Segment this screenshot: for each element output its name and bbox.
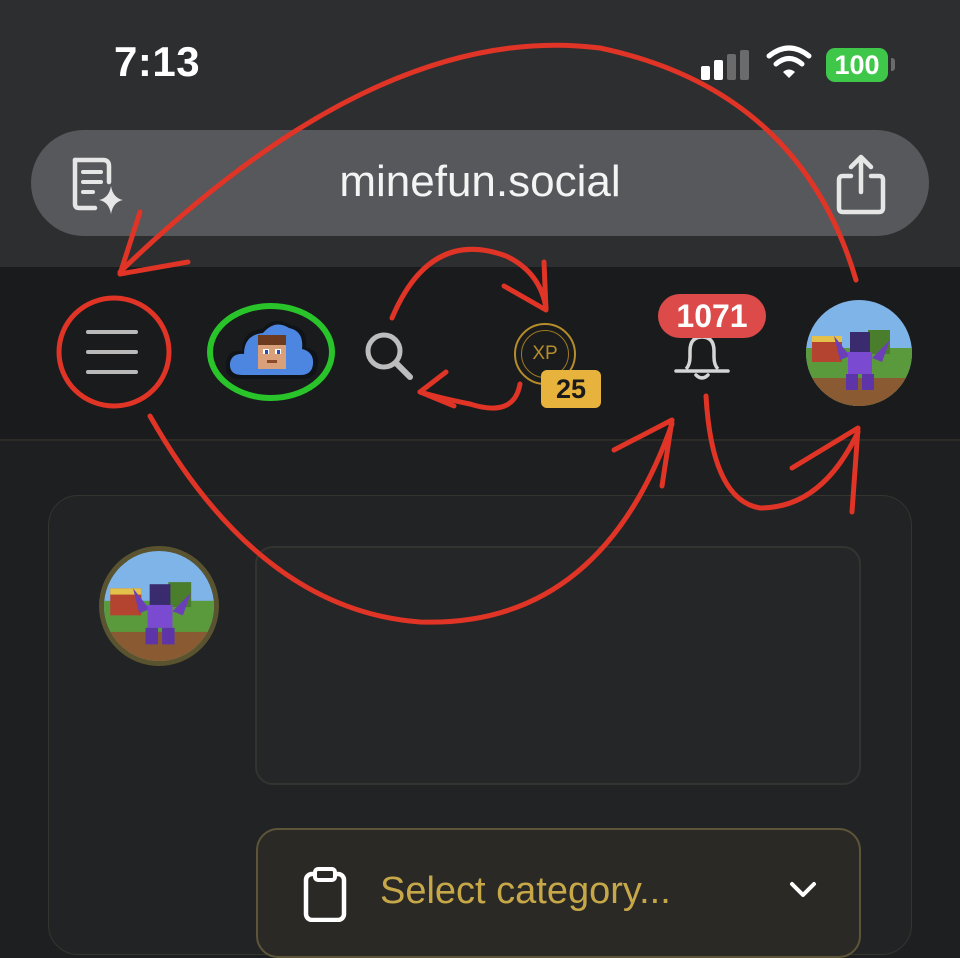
address-bar[interactable]: minefun.social	[31, 130, 929, 236]
post-text-input[interactable]	[255, 546, 861, 785]
status-time: 7:13	[114, 38, 201, 85]
cellular-signal-icon	[701, 50, 753, 80]
wifi-icon	[766, 45, 812, 78]
hamburger-icon[interactable]	[86, 330, 142, 374]
browser-chrome: 7:13 100 minefun.social	[0, 0, 960, 267]
clipboard-icon	[303, 867, 347, 922]
xp-level-badge: 25	[541, 370, 601, 408]
cloud-logo-icon[interactable]	[222, 313, 322, 387]
category-select[interactable]: Select category...	[256, 828, 861, 958]
battery-indicator: 100	[826, 48, 888, 82]
category-select-value: Select category...	[380, 870, 671, 912]
site-header: XP 25 1071	[0, 267, 960, 441]
search-icon[interactable]	[360, 327, 416, 383]
composer-avatar	[99, 546, 219, 666]
battery-nub	[891, 58, 895, 71]
share-icon[interactable]	[831, 152, 891, 216]
user-avatar[interactable]	[806, 300, 912, 406]
notification-count-badge: 1071	[658, 294, 766, 338]
bell-icon[interactable]	[670, 331, 734, 383]
url-text[interactable]: minefun.social	[31, 157, 929, 207]
chevron-down-icon[interactable]	[788, 878, 818, 902]
